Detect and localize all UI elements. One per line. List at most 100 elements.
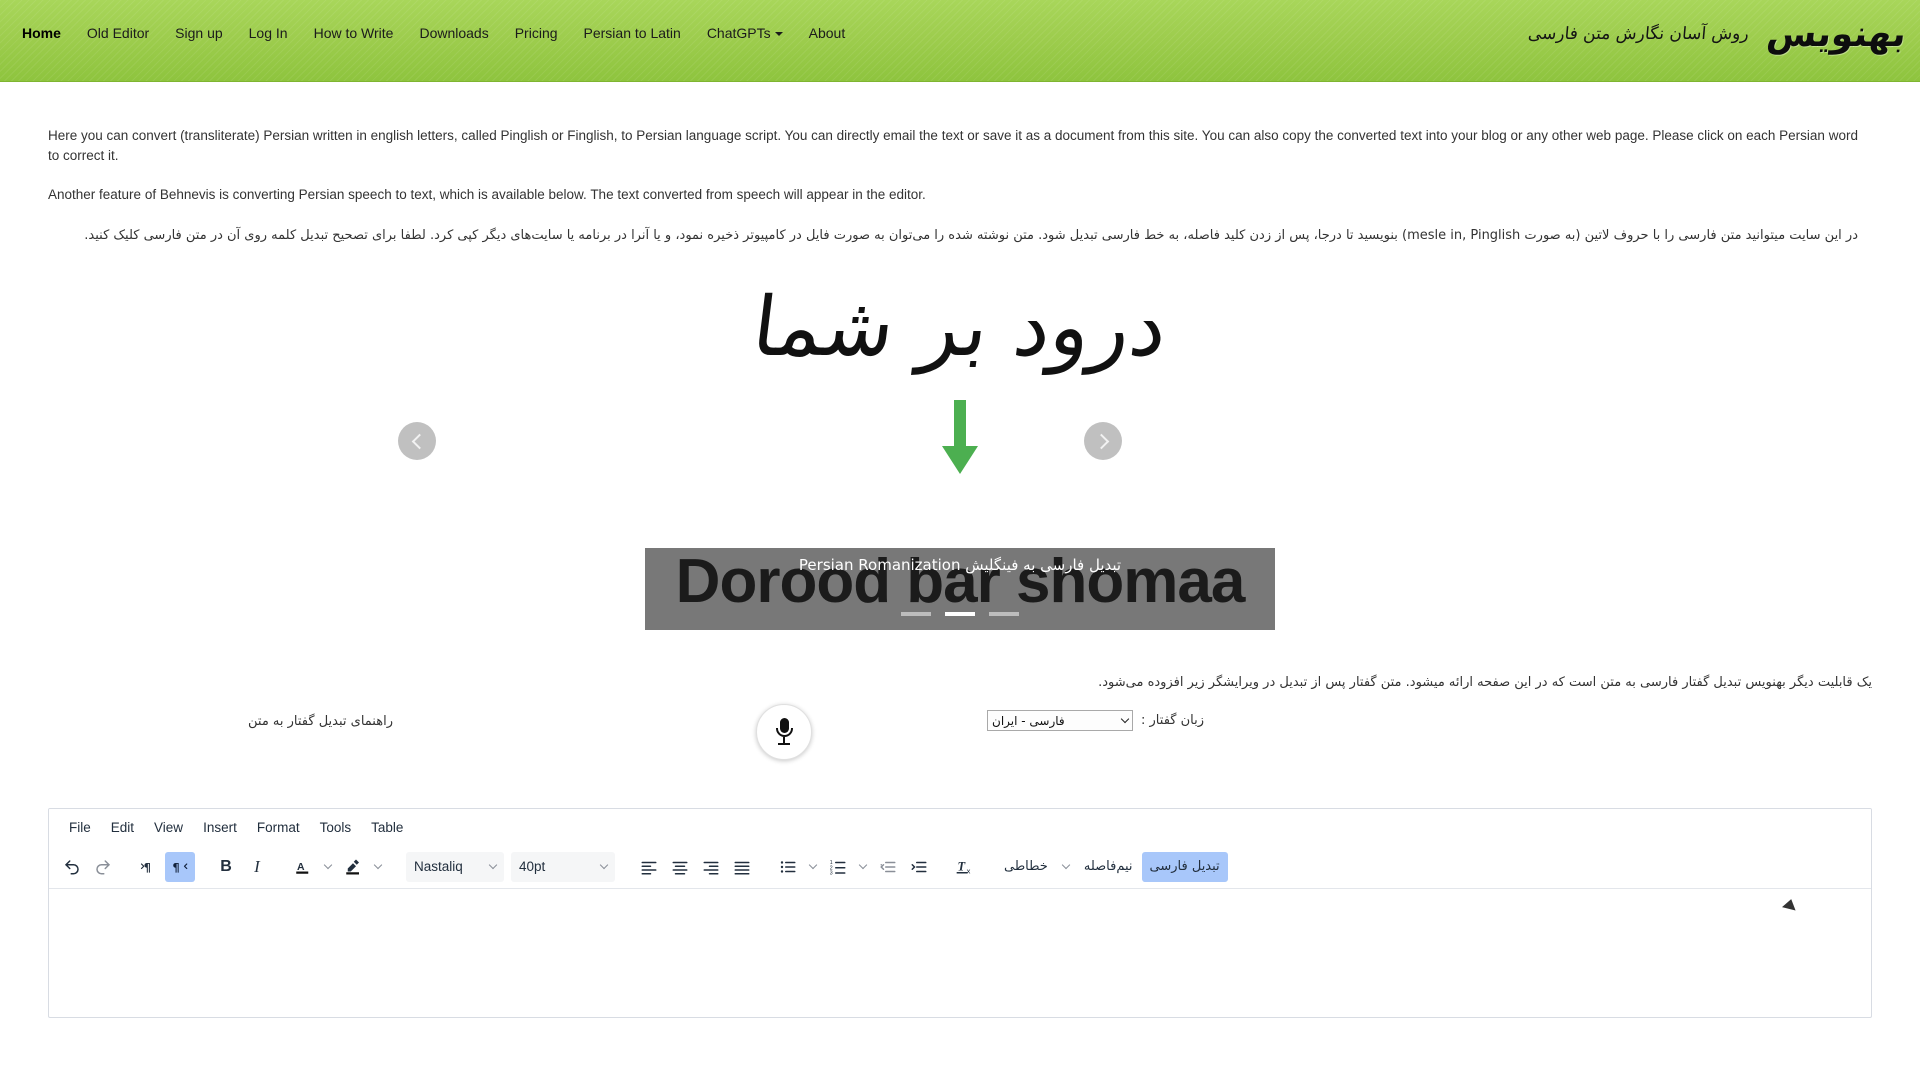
font-family-select[interactable]: Nastaliq bbox=[406, 851, 504, 882]
align-left-icon bbox=[641, 861, 657, 874]
nav-item-persian-to-latin[interactable]: Persian to Latin bbox=[571, 0, 694, 66]
svg-text:x: x bbox=[967, 866, 971, 875]
nav-label: Pricing bbox=[514, 25, 558, 41]
brand-logo-text: بهنویس bbox=[1764, 13, 1909, 55]
align-center-button[interactable] bbox=[665, 852, 695, 882]
carousel-dot-1[interactable] bbox=[900, 612, 931, 616]
editor-menubar: File Edit View Insert Format Tools Table bbox=[49, 809, 1871, 845]
font-family-value: Nastaliq bbox=[414, 859, 463, 874]
calligraphy-dropdown[interactable] bbox=[1057, 852, 1075, 882]
text-color-button[interactable]: A bbox=[288, 852, 318, 882]
chevron-down-icon bbox=[1120, 714, 1130, 724]
nav-label: Downloads bbox=[419, 25, 489, 41]
speech-controls-row: راهنمای تبدیل گفتار به متن زبان گفتار : … bbox=[0, 698, 1920, 794]
microphone-button[interactable] bbox=[756, 704, 812, 760]
align-justify-button[interactable] bbox=[727, 852, 757, 882]
highlight-color-dropdown[interactable] bbox=[369, 852, 387, 882]
italic-button[interactable]: I bbox=[242, 852, 272, 882]
menu-format[interactable]: Format bbox=[247, 816, 310, 839]
top-navigation-bar: Home Old Editor Sign up Log In How to Wr… bbox=[0, 0, 1920, 82]
menu-edit[interactable]: Edit bbox=[101, 816, 144, 839]
menu-file[interactable]: File bbox=[59, 816, 101, 839]
menu-insert[interactable]: Insert bbox=[193, 816, 247, 839]
slide-caption: تبدیل فارسی به فینگلیش Persian Romanizat… bbox=[645, 556, 1275, 574]
indent-icon bbox=[911, 861, 927, 872]
carousel-prev-button[interactable] bbox=[398, 422, 436, 460]
svg-text:¶: ¶ bbox=[144, 861, 151, 874]
chevron-down-icon bbox=[488, 860, 498, 870]
chevron-down-icon bbox=[1061, 860, 1071, 870]
chevron-right-icon bbox=[1093, 433, 1109, 449]
microphone-icon bbox=[775, 718, 793, 746]
speech-language-select[interactable]: فارسی - ایران bbox=[987, 710, 1134, 731]
nav-item-old-editor[interactable]: Old Editor bbox=[74, 0, 162, 66]
mouse-cursor-icon bbox=[1781, 897, 1799, 911]
chevron-down-icon bbox=[373, 860, 383, 870]
menu-tools[interactable]: Tools bbox=[310, 816, 362, 839]
editor-content-area[interactable] bbox=[49, 889, 1871, 1015]
nav-item-home[interactable]: Home bbox=[0, 0, 74, 66]
speech-language-selector: زبان گفتار : فارسی - ایران bbox=[987, 710, 1204, 731]
undo-button[interactable] bbox=[57, 852, 87, 882]
clear-formatting-button[interactable]: Tx bbox=[950, 852, 980, 882]
bullet-list-button[interactable] bbox=[773, 852, 803, 882]
bold-button[interactable]: B bbox=[211, 852, 241, 882]
nav-item-how-to-write[interactable]: How to Write bbox=[301, 0, 407, 66]
menu-view[interactable]: View bbox=[144, 816, 193, 839]
carousel-dots bbox=[645, 603, 1275, 621]
nav-item-downloads[interactable]: Downloads bbox=[406, 0, 501, 66]
carousel-dot-3[interactable] bbox=[989, 612, 1020, 616]
convert-to-persian-button[interactable]: تبدیل فارسی bbox=[1141, 851, 1228, 882]
calligraphy-button[interactable]: خطاطی bbox=[996, 852, 1056, 882]
nav-item-chatgpts[interactable]: ChatGPTs bbox=[694, 0, 796, 66]
nav-label: Persian to Latin bbox=[583, 25, 681, 41]
text-color-dropdown[interactable] bbox=[319, 852, 337, 882]
svg-text:A: A bbox=[297, 861, 305, 873]
nav-label: Home bbox=[22, 25, 61, 41]
intro-paragraph-2: Another feature of Behnevis is convertin… bbox=[48, 187, 926, 202]
page-content: Here you can convert (transliterate) Per… bbox=[0, 126, 1920, 247]
slide-caption-persian: تبدیل فارسی به فینگلیش bbox=[965, 556, 1122, 574]
align-right-icon bbox=[703, 861, 719, 874]
speech-language-value: فارسی - ایران bbox=[992, 713, 1065, 728]
ltr-paragraph-button[interactable]: ¶ bbox=[134, 852, 164, 882]
halfspace-button[interactable]: نیم‌فاصله bbox=[1076, 852, 1141, 882]
indent-button[interactable] bbox=[904, 852, 934, 882]
numbered-list-icon: 123 bbox=[830, 860, 846, 876]
align-left-button[interactable] bbox=[634, 852, 664, 882]
nav-item-log-in[interactable]: Log In bbox=[236, 0, 301, 66]
intro-paragraph-1: Here you can convert (transliterate) Per… bbox=[48, 128, 1858, 163]
nav-item-sign-up[interactable]: Sign up bbox=[162, 0, 235, 66]
highlighter-icon bbox=[346, 859, 359, 874]
font-size-value: 40pt bbox=[519, 859, 546, 874]
brand-tagline: روش آسان نگارش متن فارسی bbox=[1527, 24, 1750, 44]
menu-table[interactable]: Table bbox=[361, 816, 413, 839]
speech-guide-link[interactable]: راهنمای تبدیل گفتار به متن bbox=[248, 714, 393, 729]
speech-language-label: زبان گفتار : bbox=[1141, 713, 1204, 728]
align-right-button[interactable] bbox=[696, 852, 726, 882]
numbered-list-dropdown[interactable] bbox=[854, 852, 872, 882]
numbered-list-button[interactable]: 123 bbox=[823, 852, 853, 882]
nav-label: About bbox=[808, 25, 846, 41]
nav-item-pricing[interactable]: Pricing bbox=[502, 0, 571, 66]
site-logo[interactable]: بهنویس روش آسان نگارش متن فارسی bbox=[1527, 0, 1920, 68]
carousel-dot-2[interactable] bbox=[945, 612, 975, 616]
font-size-select[interactable]: 40pt bbox=[511, 851, 615, 882]
highlight-color-button[interactable] bbox=[338, 852, 368, 882]
nav-label: Old Editor bbox=[86, 25, 150, 41]
hero-carousel: درود بر شما Dorood bar shomaa تبدیل فارس… bbox=[0, 271, 1920, 671]
rtl-paragraph-button[interactable]: ¶ bbox=[165, 851, 195, 882]
editor-toolbar: ¶ ¶ B I A Nastaliq 40pt 1 2 3 T x خطاطی … bbox=[49, 845, 1871, 889]
bullet-list-dropdown[interactable] bbox=[804, 852, 822, 882]
nav-label: How to Write bbox=[313, 25, 394, 41]
redo-button[interactable] bbox=[88, 852, 118, 882]
rtl-paragraph-icon: ¶ bbox=[173, 861, 188, 874]
text-editor: File Edit View Insert Format Tools Table… bbox=[48, 808, 1872, 1018]
align-center-icon bbox=[672, 861, 688, 874]
svg-text:T: T bbox=[958, 859, 967, 873]
svg-text:¶: ¶ bbox=[173, 861, 180, 874]
clear-formatting-icon: Tx bbox=[956, 859, 971, 875]
carousel-next-button[interactable] bbox=[1084, 422, 1122, 460]
outdent-button[interactable] bbox=[873, 852, 903, 882]
nav-item-about[interactable]: About bbox=[796, 0, 859, 66]
